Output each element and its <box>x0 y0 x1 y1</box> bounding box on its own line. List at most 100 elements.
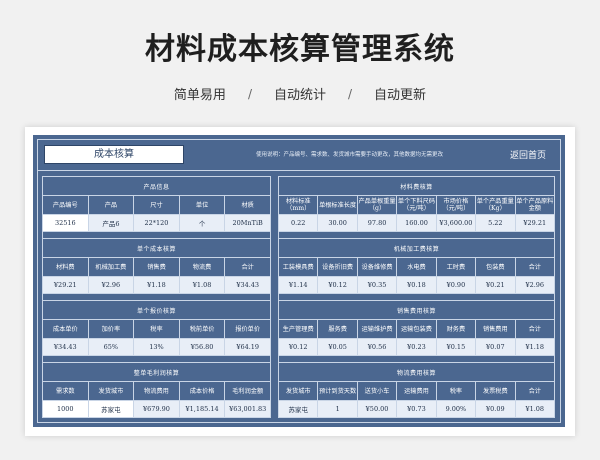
value-cell: ¥64.19 <box>224 338 271 356</box>
header-cell: 服务费 <box>317 319 358 339</box>
subtitle-separator: / <box>348 86 353 101</box>
section-machining-cost: 机械加工费核算 <box>278 238 555 258</box>
board-title: 成本核算 <box>44 145 184 164</box>
header-cell: 材料标准（mm） <box>277 195 319 215</box>
value-cell: ¥34.43 <box>224 276 271 294</box>
header-cell: 财务费 <box>435 319 477 339</box>
header-cell: 预计到货天数 <box>317 381 358 401</box>
value-cell: ¥50.00 <box>356 400 398 418</box>
value-cell: ¥1.18 <box>133 276 180 294</box>
value-cell: ¥1.08 <box>514 400 556 418</box>
value-cell: ¥0.07 <box>475 338 516 356</box>
section-material-cost: 材料费核算 <box>278 176 555 196</box>
header-cell: 合计 <box>514 381 556 401</box>
demand-quantity-input[interactable]: 1000 <box>42 400 89 418</box>
header-cell: 水电费 <box>396 257 437 277</box>
subtitle-auto-stats: 自动统计 <box>273 88 326 103</box>
header-cell: 机械加工费 <box>87 257 135 277</box>
header-cell: 材料费 <box>42 257 89 277</box>
section-product-info: 产品信息 <box>42 176 271 196</box>
header-cell: 运输维护费 <box>356 319 398 339</box>
value-cell: ¥0.56 <box>356 338 398 356</box>
value-cell: 22*120 <box>133 214 180 232</box>
header-cell: 发货城市 <box>277 381 319 401</box>
value-cell: 0.22 <box>277 214 319 232</box>
header-cell: 销售费用 <box>475 319 516 339</box>
left-panel: 产品信息 产品编号 产品 尺寸 单位 材质 32516 产品6 22*120 个… <box>42 176 271 418</box>
left-table: 产品信息 产品编号 产品 尺寸 单位 材质 32516 产品6 22*120 个… <box>42 176 271 418</box>
section-gross-profit: 整单毛利润核算 <box>42 362 271 382</box>
board-topbar: 成本核算 使用说明：产品编号、需求数、发货城市需要手动更改，其他数据均无需更改 … <box>38 140 560 171</box>
header-cell: 送货小车 <box>356 381 398 401</box>
value-cell: ¥0.15 <box>435 338 477 356</box>
header-cell: 税率 <box>435 381 477 401</box>
value-cell: 产品6 <box>87 214 135 232</box>
value-cell: ¥679.90 <box>133 400 180 418</box>
header-cell: 运输费用 <box>396 381 437 401</box>
header-cell: 需求数 <box>42 381 89 401</box>
right-table: 材料费核算 材料标准（mm） 单根标准长度 产品单根重量（g） 单个下料尺码（元… <box>277 176 556 418</box>
header-cell: 发票税费 <box>475 381 516 401</box>
value-cell: ¥0.05 <box>317 338 358 356</box>
header-cell: 市场价格（元/吨） <box>435 195 477 215</box>
value-cell: 20MnTiB <box>224 214 271 232</box>
subtitle-easy: 简单易用 <box>173 88 226 103</box>
value-cell: 1 <box>317 400 358 418</box>
cost-board-frame: 成本核算 使用说明：产品编号、需求数、发货城市需要手动更改，其他数据均无需更改 … <box>37 139 561 423</box>
header-cell: 单个产品原料金额 <box>514 195 556 215</box>
header-cell: 合计 <box>224 257 271 277</box>
value-cell: 160.00 <box>396 214 437 232</box>
value-cell: 5.22 <box>475 214 516 232</box>
value-cell: ¥0.90 <box>435 276 477 294</box>
ship-city-input[interactable]: 苏家屯 <box>87 400 135 418</box>
value-cell: ¥63,001.83 <box>224 400 271 418</box>
value-cell: ¥0.18 <box>396 276 437 294</box>
product-code-input[interactable]: 32516 <box>42 214 89 232</box>
header-cell: 产品单根重量（g） <box>356 195 398 215</box>
usage-hint: 使用说明：产品编号、需求数、发货城市需要手动更改，其他数据均无需更改 <box>256 152 444 158</box>
header-cell: 工装模具费 <box>277 257 319 277</box>
page-title: 材料成本核算管理系统 <box>145 32 455 67</box>
section-unit-quote: 单个报价核算 <box>42 300 271 320</box>
header-cell: 税前单价 <box>178 319 226 339</box>
value-cell: ¥0.35 <box>356 276 398 294</box>
value-cell: ¥1.18 <box>514 338 556 356</box>
value-cell: 苏家屯 <box>277 400 319 418</box>
header-cell: 设备折旧费 <box>317 257 358 277</box>
value-cell: ¥2.96 <box>87 276 135 294</box>
value-cell: ¥3,600.00 <box>435 214 477 232</box>
value-cell: ¥0.12 <box>277 338 319 356</box>
value-cell: 65% <box>87 338 135 356</box>
header-cell: 单根标准长度 <box>317 195 358 215</box>
header-cell: 发货城市 <box>87 381 135 401</box>
header-cell: 产品 <box>87 195 135 215</box>
header-cell: 合计 <box>514 319 556 339</box>
header-cell: 合计 <box>514 257 556 277</box>
subtitle-auto-update: 自动更新 <box>374 88 427 103</box>
header-cell: 销售费 <box>133 257 180 277</box>
header-cell: 物流费用 <box>133 381 180 401</box>
value-cell: ¥0.09 <box>475 400 516 418</box>
value-cell: ¥1.14 <box>277 276 319 294</box>
value-cell: 13% <box>133 338 180 356</box>
header-cell: 成本价格 <box>178 381 226 401</box>
back-home-button[interactable]: 返回首页 <box>510 148 546 161</box>
header-cell: 产品编号 <box>42 195 89 215</box>
header-cell: 运输包装费 <box>396 319 437 339</box>
section-logistics-cost: 物流费用核算 <box>278 362 555 382</box>
value-cell: ¥29.21 <box>514 214 556 232</box>
header-cell: 尺寸 <box>133 195 180 215</box>
header-cell: 加价率 <box>87 319 135 339</box>
subtitle-separator: / <box>247 86 252 101</box>
value-cell: 97.80 <box>356 214 398 232</box>
value-cell: 个 <box>178 214 226 232</box>
value-cell: ¥1.08 <box>178 276 226 294</box>
header-cell: 单位 <box>178 195 226 215</box>
value-cell: ¥0.23 <box>396 338 437 356</box>
value-cell: ¥0.73 <box>396 400 437 418</box>
header-cell: 单个产品重量（Kg） <box>475 195 516 215</box>
value-cell: ¥0.12 <box>317 276 358 294</box>
header-cell: 包装费 <box>475 257 516 277</box>
header-cell: 工时费 <box>435 257 477 277</box>
header-cell: 生产管理费 <box>277 319 319 339</box>
